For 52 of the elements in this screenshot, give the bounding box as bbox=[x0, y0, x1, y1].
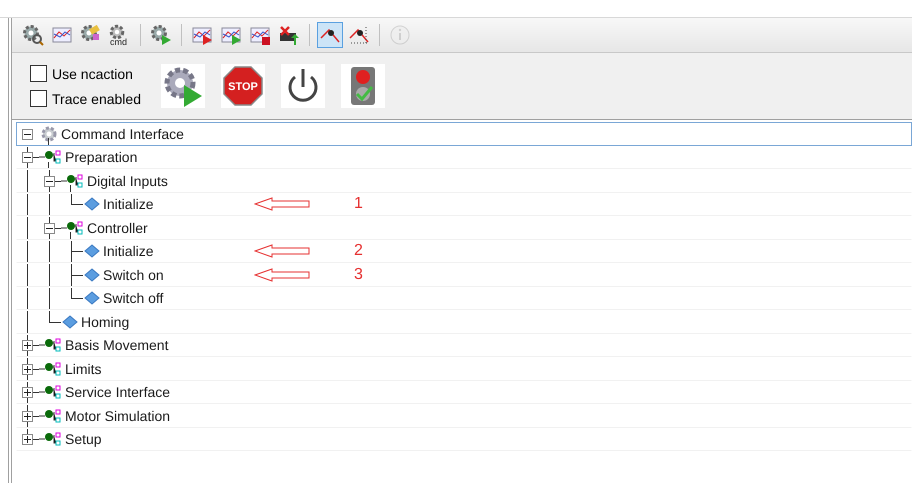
tree-item[interactable]: Digital Inputs bbox=[87, 172, 168, 189]
stop-button[interactable]: STOP bbox=[220, 64, 265, 108]
expand-button[interactable] bbox=[22, 340, 33, 352]
arrow-icon bbox=[254, 244, 310, 258]
gear-icon bbox=[39, 124, 59, 144]
diamond-icon bbox=[83, 244, 101, 258]
action-button[interactable] bbox=[160, 64, 205, 108]
checkbox[interactable] bbox=[30, 90, 47, 107]
annotation-number: 2 bbox=[354, 242, 363, 260]
diamond-icon bbox=[83, 291, 101, 306]
collapse-button[interactable] bbox=[22, 128, 33, 140]
annotation-number: 3 bbox=[354, 266, 363, 284]
expand-button[interactable] bbox=[22, 410, 33, 422]
tree-item[interactable]: Initialize bbox=[103, 196, 154, 212]
curve-dotted-icon bbox=[348, 24, 370, 46]
tree-item[interactable]: Service Interface bbox=[65, 384, 170, 400]
expand-button[interactable] bbox=[22, 434, 33, 446]
collapse-button[interactable] bbox=[44, 176, 55, 187]
checkbox-label: Trace enabled bbox=[52, 90, 141, 106]
diamond-icon bbox=[61, 314, 79, 329]
tree-item[interactable]: Preparation bbox=[65, 149, 138, 166]
action-button[interactable] bbox=[340, 64, 385, 108]
checkbox-label: Use ncaction bbox=[52, 66, 133, 82]
collapse-button[interactable] bbox=[22, 152, 33, 164]
tree-item[interactable]: Homing bbox=[81, 314, 130, 330]
tree-item[interactable]: Motor Simulation bbox=[65, 408, 170, 424]
gear-play-icon bbox=[150, 24, 172, 46]
collapse-button[interactable] bbox=[44, 222, 55, 234]
tree-item[interactable]: Controller bbox=[87, 220, 148, 236]
gear-search-icon bbox=[22, 24, 44, 46]
arrow-icon bbox=[254, 268, 310, 282]
toolbar-button[interactable] bbox=[317, 22, 343, 48]
annotation-number: 1 bbox=[354, 195, 363, 214]
info-icon bbox=[389, 24, 411, 46]
expand-button[interactable] bbox=[22, 387, 33, 398]
expand-button[interactable] bbox=[22, 364, 33, 375]
checkbox[interactable] bbox=[30, 65, 47, 82]
tree-item[interactable]: Limits bbox=[65, 360, 102, 377]
tree-item[interactable]: Setup bbox=[65, 431, 102, 448]
tree-item[interactable]: Switch on bbox=[103, 266, 164, 283]
diamond-icon bbox=[83, 268, 101, 282]
tree-item[interactable]: Basis Movement bbox=[65, 337, 168, 354]
tree-item[interactable]: Switch off bbox=[103, 290, 164, 306]
tree-item[interactable]: Command Interface bbox=[61, 126, 184, 142]
tree-row[interactable]: Command Interface bbox=[16, 122, 912, 146]
toolbar-button[interactable] bbox=[20, 22, 46, 48]
tree-item[interactable]: Initialize bbox=[103, 243, 154, 260]
action-button[interactable] bbox=[280, 64, 325, 108]
upload-icon bbox=[278, 24, 300, 46]
diamond-icon bbox=[83, 197, 101, 212]
gear-play-icon bbox=[162, 65, 204, 107]
arrow-icon bbox=[254, 197, 310, 212]
